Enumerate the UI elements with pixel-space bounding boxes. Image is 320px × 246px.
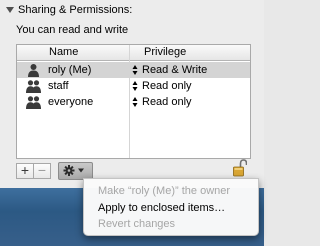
permissions-table: Name Privilege roly (Me) Read & Write st… (16, 44, 251, 159)
gear-icon (63, 165, 84, 176)
group-icon (26, 96, 41, 109)
column-header-privilege[interactable]: Privilege (144, 46, 186, 58)
group-icon (26, 80, 41, 93)
lock-icon[interactable] (233, 159, 247, 177)
popup-arrows-icon[interactable] (132, 63, 138, 77)
remove-user-button[interactable]: − (33, 163, 51, 179)
single-user-icon (28, 64, 39, 77)
table-row[interactable]: staff Read only (17, 78, 250, 94)
popup-arrows-icon[interactable] (132, 79, 138, 93)
section-header[interactable]: Sharing & Permissions: (6, 3, 132, 17)
menu-item-apply-to-enclosed[interactable]: Apply to enclosed items… (98, 202, 225, 214)
row-name: staff (48, 80, 69, 92)
menu-item-make-owner[interactable]: Make “roly (Me)” the owner (98, 185, 230, 197)
disclosure-triangle-icon[interactable] (6, 7, 14, 13)
table-row[interactable]: roly (Me) Read & Write (17, 62, 250, 78)
menu-item-revert-changes[interactable]: Revert changes (98, 218, 175, 230)
privilege-popup[interactable]: Read only (142, 96, 192, 108)
permission-status: You can read and write (16, 24, 129, 36)
action-menu: Make “roly (Me)” the owner Apply to encl… (83, 178, 259, 236)
table-header: Name Privilege (17, 45, 250, 61)
add-user-button[interactable]: + (16, 163, 34, 179)
sharing-permissions-panel: Sharing & Permissions: You can read and … (0, 0, 264, 188)
popup-arrows-icon[interactable] (132, 95, 138, 109)
privilege-popup[interactable]: Read only (142, 80, 192, 92)
row-name: everyone (48, 96, 94, 108)
section-title: Sharing & Permissions: (18, 4, 133, 16)
privilege-popup[interactable]: Read & Write (142, 64, 207, 76)
table-row[interactable]: everyone Read only (17, 94, 250, 110)
column-header-name[interactable]: Name (49, 46, 78, 58)
row-name: roly (Me) (48, 64, 92, 76)
